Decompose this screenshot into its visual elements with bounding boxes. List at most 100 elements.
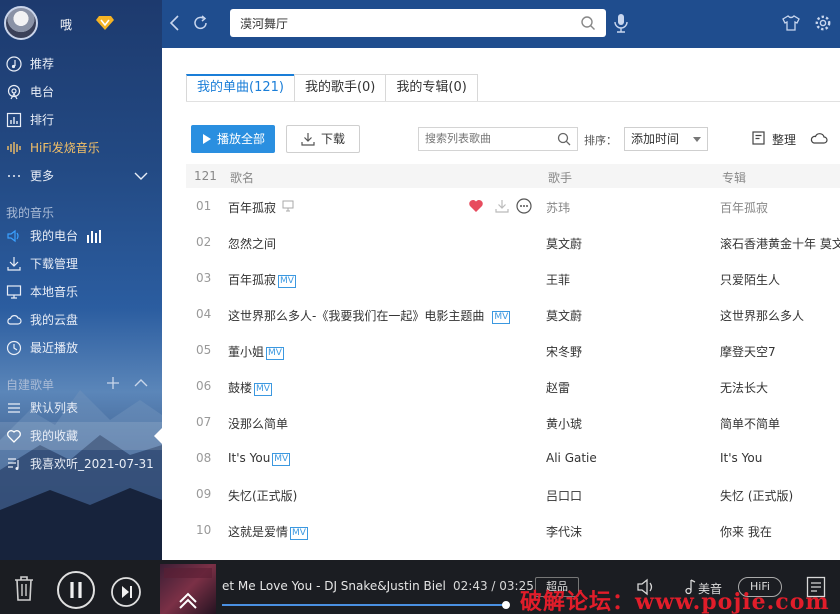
now-playing-title[interactable]: et Me Love You - DJ Snake&Justin Biel [222, 579, 446, 593]
username[interactable]: 哦 [60, 16, 72, 33]
song-singer[interactable]: 吕口口 [546, 487, 582, 504]
search-input[interactable] [240, 14, 570, 32]
table-row[interactable]: 05 董小姐 MV 宋冬野 摩登天空7 [186, 332, 840, 368]
nav-item-local-music[interactable]: 本地音乐 [0, 278, 162, 306]
more-options-icon[interactable] [516, 198, 532, 214]
nav-item-downloads[interactable]: 下载管理 [0, 250, 162, 278]
next-track-icon[interactable] [110, 576, 142, 608]
song-singer[interactable]: 李代沫 [546, 523, 582, 540]
progress-handle[interactable] [502, 601, 510, 609]
song-album[interactable]: 这世界那么多人 [720, 307, 804, 324]
list-search-input[interactable] [425, 132, 553, 145]
nav-item-more[interactable]: 更多 [0, 162, 162, 190]
mv-badge-icon[interactable]: MV [278, 275, 296, 288]
song-album[interactable]: 简单不简单 [720, 415, 780, 432]
tab-my-singers[interactable]: 我的歌手(0) [293, 74, 387, 102]
heart-icon[interactable] [468, 198, 484, 214]
nav-item-favorites[interactable]: 我的收藏 [0, 422, 162, 450]
add-playlist-icon[interactable] [106, 376, 120, 390]
nav-item-my-station[interactable]: 我的电台 [0, 222, 162, 250]
header-singer[interactable]: 歌手 [548, 169, 572, 186]
song-album[interactable]: 摩登天空7 [720, 343, 776, 360]
song-album[interactable]: 失忆 (正式版) [720, 487, 793, 504]
table-row[interactable]: 10 这就是爱情 MV 李代沫 你来 我在 [186, 512, 840, 548]
song-album[interactable]: 只爱陌生人 [720, 271, 780, 288]
nav-item-radio[interactable]: 电台 [0, 78, 162, 106]
chevron-up-icon[interactable] [134, 378, 148, 388]
song-title[interactable]: 百年孤寂 [228, 273, 276, 287]
cloud-upload-icon[interactable] [810, 131, 828, 145]
song-title[interactable]: 没那么简单 [228, 415, 288, 432]
table-row[interactable]: 04 这世界那么多人-《我要我们在一起》电影主题曲 MV 莫文蔚 这世界那么多人 [186, 296, 840, 332]
song-singer[interactable]: 黄小琥 [546, 415, 582, 432]
nav-item-ranking[interactable]: 排行 [0, 106, 162, 134]
album-cover-image[interactable] [160, 564, 216, 614]
header-title[interactable]: 歌名 [230, 169, 254, 186]
progress-bar[interactable] [222, 604, 506, 606]
search-box[interactable] [230, 9, 606, 37]
song-title[interactable]: 这世界那么多人-《我要我们在一起》电影主题曲 [228, 309, 484, 323]
song-singer[interactable]: 赵雷 [546, 379, 570, 396]
song-title[interactable]: It's You [228, 451, 270, 465]
song-singer[interactable]: 苏玮 [546, 199, 570, 216]
table-row[interactable]: 02 忽然之间 莫文蔚 滚石香港黄金十年 莫文 [186, 224, 840, 260]
nav-item-like-list[interactable]: 我喜欢听_2021-07-31 [0, 450, 162, 478]
song-album[interactable]: 百年孤寂 [720, 199, 768, 216]
sort-select[interactable]: 添加时间 [624, 127, 708, 151]
organize-button[interactable]: 整理 [752, 131, 796, 148]
song-title[interactable]: 忽然之间 [228, 235, 276, 252]
refresh-icon[interactable] [192, 14, 210, 32]
nav-item-cloud[interactable]: 我的云盘 [0, 306, 162, 334]
tab-my-albums[interactable]: 我的专辑(0) [385, 74, 478, 102]
mv-badge-icon[interactable]: MV [290, 527, 308, 540]
song-singer[interactable]: 莫文蔚 [546, 235, 582, 252]
chevron-down-icon[interactable] [134, 171, 148, 181]
table-row[interactable]: 07 没那么简单 黄小琥 简单不简单 [186, 404, 840, 440]
back-icon[interactable] [166, 14, 184, 32]
vip-diamond-icon[interactable] [96, 15, 114, 31]
play-all-button[interactable]: 播放全部 [191, 125, 275, 153]
active-pointer [154, 428, 162, 444]
song-singer[interactable]: 莫文蔚 [546, 307, 582, 324]
mv-badge-icon[interactable]: MV [492, 311, 511, 324]
mv-badge-icon[interactable]: MV [254, 383, 272, 396]
nav-item-default-list[interactable]: 默认列表 [0, 394, 162, 422]
mv-badge-icon[interactable]: MV [272, 453, 291, 466]
song-title[interactable]: 失忆(正式版) [228, 487, 297, 504]
music-note-icon [6, 56, 22, 72]
song-album[interactable]: It's You [720, 451, 762, 465]
song-album[interactable]: 无法长大 [720, 379, 768, 396]
list-search-box[interactable] [418, 127, 578, 151]
table-row[interactable]: 03 百年孤寂 MV 王菲 只爱陌生人 [186, 260, 840, 296]
avatar[interactable] [4, 6, 38, 40]
song-title[interactable]: 这就是爱情 [228, 525, 288, 539]
song-singer[interactable]: Ali Gatie [546, 451, 597, 465]
table-row[interactable]: 09 失忆(正式版) 吕口口 失忆 (正式版) [186, 476, 840, 512]
table-row[interactable]: 08 It's You MV Ali Gatie It's You [186, 440, 840, 476]
skin-icon[interactable] [782, 14, 800, 32]
song-title[interactable]: 鼓楼 [228, 381, 252, 395]
song-singer[interactable]: 宋冬野 [546, 343, 582, 360]
search-icon[interactable] [557, 132, 571, 146]
song-title[interactable]: 董小姐 [228, 345, 264, 359]
table-row[interactable]: 06 鼓楼 MV 赵雷 无法长大 [186, 368, 840, 404]
song-album[interactable]: 你来 我在 [720, 523, 772, 540]
nav-item-recommend[interactable]: 推荐 [0, 50, 162, 78]
header-album[interactable]: 专辑 [722, 169, 746, 186]
nav-item-hifi[interactable]: HiFi发烧音乐 [0, 134, 162, 162]
search-icon[interactable] [580, 15, 596, 31]
microphone-icon[interactable] [612, 12, 630, 34]
download-icon [7, 257, 21, 271]
trash-icon[interactable] [12, 574, 36, 602]
download-icon[interactable] [494, 198, 510, 214]
song-title[interactable]: 百年孤寂 [228, 199, 276, 216]
nav-item-recent[interactable]: 最近播放 [0, 334, 162, 362]
pause-button-icon[interactable] [56, 570, 96, 610]
table-row[interactable]: 01 百年孤寂 苏玮 百年孤寂 [186, 188, 840, 224]
tab-my-songs[interactable]: 我的单曲(121) [186, 74, 295, 102]
song-album[interactable]: 滚石香港黄金十年 莫文 [720, 235, 840, 252]
song-singer[interactable]: 王菲 [546, 271, 570, 288]
settings-gear-icon[interactable] [814, 14, 832, 32]
mv-badge-icon[interactable]: MV [266, 347, 284, 360]
download-button[interactable]: 下载 [286, 125, 360, 153]
